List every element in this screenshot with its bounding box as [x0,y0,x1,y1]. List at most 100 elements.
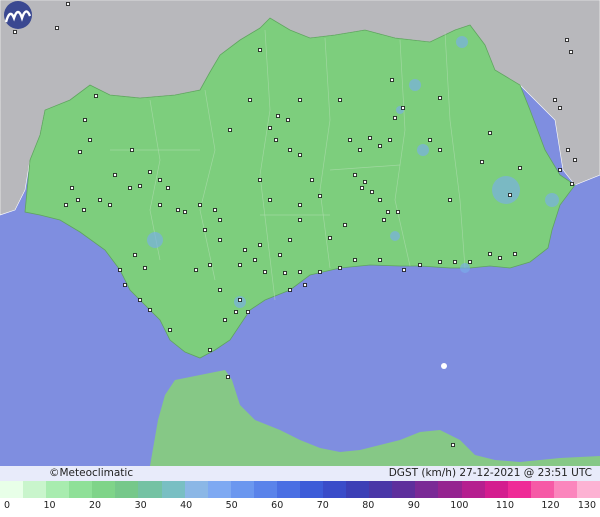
gust-hotspot [456,36,468,48]
station-marker [108,203,112,207]
station-marker [368,136,372,140]
station-marker [573,158,577,162]
station-marker [238,263,242,267]
legend-color-segment [323,481,347,498]
station-marker [138,298,142,302]
station-marker [158,178,162,182]
gust-hotspot [234,296,246,308]
legend-tick-label: 40 [180,500,193,511]
station-marker [386,210,390,214]
station-marker [258,48,262,52]
station-marker [148,308,152,312]
station-marker [298,203,302,207]
station-marker [263,270,267,274]
station-marker [396,210,400,214]
station-marker [118,268,122,272]
legend-color-segment [69,481,93,498]
map-container: ©Meteoclimatic DGST (km/h) 27-12-2021 @ … [0,0,600,517]
legend-tick-labels: 0 10 20 30 40 50 60 70 80 90 100 110 120 130 [0,498,600,517]
credit-text: ©Meteoclimatic [49,467,134,479]
station-marker [123,283,127,287]
island-marker [441,363,447,369]
station-marker [508,193,512,197]
station-marker [438,260,442,264]
station-marker [318,194,322,198]
legend-color-segment [115,481,139,498]
station-marker [148,170,152,174]
map-title: DGST (km/h) 27-12-2021 @ 23:51 UTC [388,467,592,479]
legend-color-segment [207,481,231,498]
legend-color-segment [438,481,462,498]
station-marker [570,182,574,186]
station-marker [286,118,290,122]
station-marker [194,268,198,272]
station-marker [565,38,569,42]
station-marker [248,98,252,102]
station-marker [328,236,332,240]
station-marker [276,114,280,118]
legend-color-segment [461,481,485,498]
station-marker [183,210,187,214]
station-marker [378,144,382,148]
station-marker [208,348,212,352]
station-marker [438,96,442,100]
legend-color-segment [553,481,577,498]
station-marker [363,180,367,184]
station-marker [198,203,202,207]
station-marker [234,310,238,314]
station-marker [569,50,573,54]
station-marker [348,138,352,142]
gust-hotspot [409,79,421,91]
legend-color-segment [300,481,324,498]
legend-color-segment [392,481,416,498]
legend-color-segment [184,481,208,498]
station-marker [218,218,222,222]
station-marker [448,198,452,202]
station-marker [298,270,302,274]
gust-hotspot [147,232,163,248]
gust-hotspot [460,263,470,273]
gust-hotspot [492,176,520,204]
station-marker [133,253,137,257]
legend-color-segment [46,481,70,498]
station-marker [64,203,68,207]
station-marker [130,148,134,152]
legend-color-segment [369,481,393,498]
legend-tick-label: 10 [43,500,56,511]
station-marker [513,252,517,256]
legend-color-segment [23,481,47,498]
station-marker [298,153,302,157]
station-marker [558,168,562,172]
legend-color-segment [276,481,301,498]
station-marker [451,443,455,447]
color-scale-legend [0,481,600,498]
station-marker [218,288,222,292]
station-marker [298,98,302,102]
station-marker [518,166,522,170]
station-marker [238,298,242,302]
station-marker [390,78,394,82]
station-marker [13,30,17,34]
legend-tick-label: 30 [134,500,147,511]
station-marker [480,160,484,164]
station-marker [353,173,357,177]
station-marker [498,256,502,260]
legend-tick-label: 110 [495,500,514,511]
station-marker [66,2,70,6]
station-marker [558,106,562,110]
station-marker [283,271,287,275]
station-marker [303,283,307,287]
legend-tick-label: 90 [407,500,420,511]
legend-color-segment [507,481,531,498]
station-marker [401,106,405,110]
gust-hotspot [417,144,429,156]
station-marker [208,263,212,267]
meteoclimatic-logo-icon [4,1,32,29]
legend-color-segment [138,481,162,498]
station-marker [83,118,87,122]
station-marker [370,190,374,194]
gust-hotspot [390,231,400,241]
legend-tick-label: 120 [541,500,560,511]
station-marker [338,98,342,102]
station-marker [338,266,342,270]
